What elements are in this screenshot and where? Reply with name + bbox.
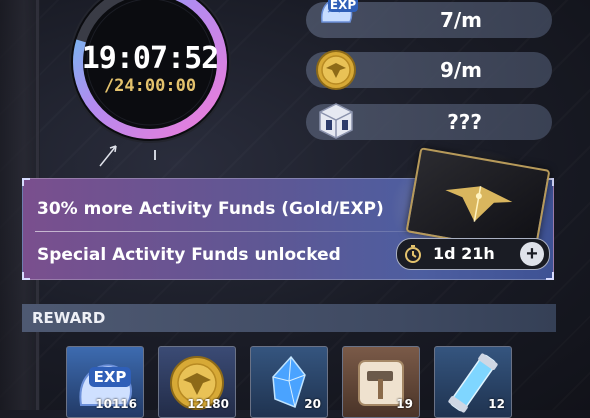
mystery-box-icon — [319, 103, 353, 139]
idle-timer: 19:07:52 /24:00:00 — [62, 0, 238, 150]
banner-bonus-text: 30% more Activity Funds (Gold/EXP) — [37, 199, 384, 219]
rate-row-exp: EXP 7/m — [306, 0, 552, 38]
exp-icon-label: EXP — [330, 0, 356, 12]
reward-item-gold[interactable]: 12180 — [158, 346, 236, 418]
rate-row-gold: 9/m — [306, 50, 552, 90]
rate-value-mystery: ??? — [447, 110, 482, 134]
exp-tile-label: EXP — [94, 368, 127, 386]
reward-count: 10116 — [95, 397, 137, 411]
clock-icon — [405, 245, 421, 263]
reward-count: 20 — [304, 397, 321, 411]
reward-count: 12 — [488, 397, 505, 411]
timer-pointer-icon — [99, 145, 117, 167]
rate-value-gold: 9/m — [439, 58, 482, 82]
banner-duration-pill: 1d 21h + — [396, 238, 550, 270]
banner-unlock-text: Special Activity Funds unlocked — [37, 245, 341, 265]
gold-coin-icon — [316, 50, 356, 90]
reward-item-hammer[interactable]: 19 — [342, 346, 420, 418]
timer-total: /24:00:00 — [103, 75, 197, 96]
banner-corner — [22, 178, 30, 186]
timer-tick-mark — [154, 150, 156, 160]
timer-elapsed: 19:07:52 — [81, 40, 219, 76]
reward-count: 19 — [396, 397, 413, 411]
exp-icon: EXP — [320, 0, 358, 23]
reward-count: 12180 — [187, 397, 229, 411]
banner-corner — [22, 272, 30, 280]
reward-section-header: REWARD — [22, 304, 556, 332]
banner-corner — [546, 272, 554, 280]
reward-item-core[interactable]: 12 — [434, 346, 512, 418]
reward-item-exp[interactable]: EXP 10116 — [66, 346, 144, 418]
rate-row-mystery: ??? — [306, 103, 552, 140]
reward-header-label: REWARD — [32, 309, 106, 327]
rate-value-exp: 7/m — [439, 8, 482, 32]
reward-item-crystal[interactable]: 20 — [250, 346, 328, 418]
duration-text: 1d 21h — [433, 244, 495, 263]
extend-plus-button[interactable]: + — [520, 242, 544, 266]
